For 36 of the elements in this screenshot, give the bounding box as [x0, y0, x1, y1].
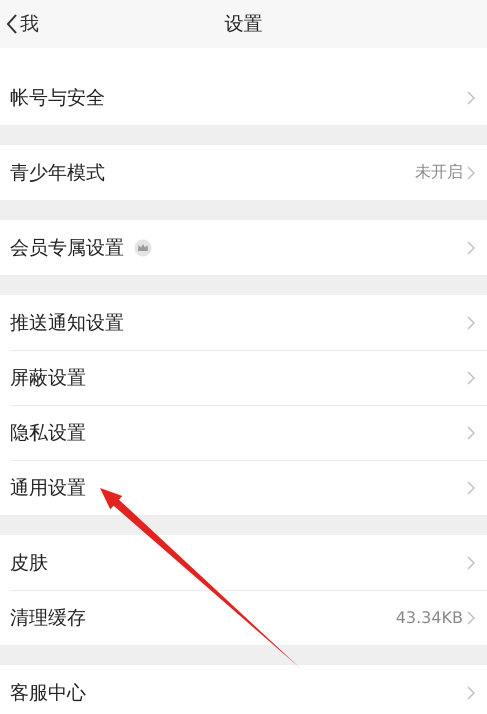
row-label: 通用设置 [10, 476, 86, 500]
row-label: 皮肤 [10, 550, 48, 576]
back-icon [6, 14, 18, 34]
settings-row[interactable]: 帐号与安全 [0, 70, 487, 125]
settings-row[interactable]: 通用设置 [0, 460, 487, 515]
chevron-icon [467, 480, 475, 494]
chevron-icon [467, 426, 475, 440]
row-value: 未开启 [415, 162, 463, 183]
chevron-icon [467, 556, 475, 570]
chevron-icon [467, 370, 475, 384]
settings-row[interactable]: 皮肤 [0, 535, 487, 590]
settings-row[interactable]: 客服中心 [0, 665, 487, 714]
chevron-icon [467, 90, 475, 104]
settings-row[interactable]: 隐私设置 [0, 405, 487, 460]
settings-row[interactable]: 清理缓存 43.34KB [0, 590, 487, 645]
row-value: 43.34KB [396, 608, 463, 627]
chevron-icon [467, 166, 475, 180]
row-label: 屏蔽设置 [10, 366, 86, 390]
crown-icon [134, 238, 152, 256]
chevron-icon [467, 316, 475, 330]
row-label: 客服中心 [10, 680, 86, 706]
settings-row[interactable]: 屏蔽设置 [0, 350, 487, 405]
chevron-icon [467, 610, 475, 624]
row-label: 隐私设置 [10, 420, 86, 446]
settings-row[interactable]: 会员专属设置 [0, 220, 487, 275]
back-button[interactable]: 我 [6, 0, 39, 48]
chevron-icon [467, 240, 475, 254]
row-label: 清理缓存 [10, 606, 86, 630]
settings-row[interactable]: 推送通知设置 [0, 295, 487, 350]
row-label: 会员专属设置 [10, 236, 124, 260]
row-label: 推送通知设置 [10, 310, 124, 336]
row-label: 帐号与安全 [10, 86, 105, 110]
chevron-icon [467, 686, 475, 700]
row-label: 青少年模式 [10, 160, 105, 186]
page-title: 设置 [224, 12, 262, 37]
settings-row[interactable]: 青少年模式 未开启 [0, 145, 487, 200]
